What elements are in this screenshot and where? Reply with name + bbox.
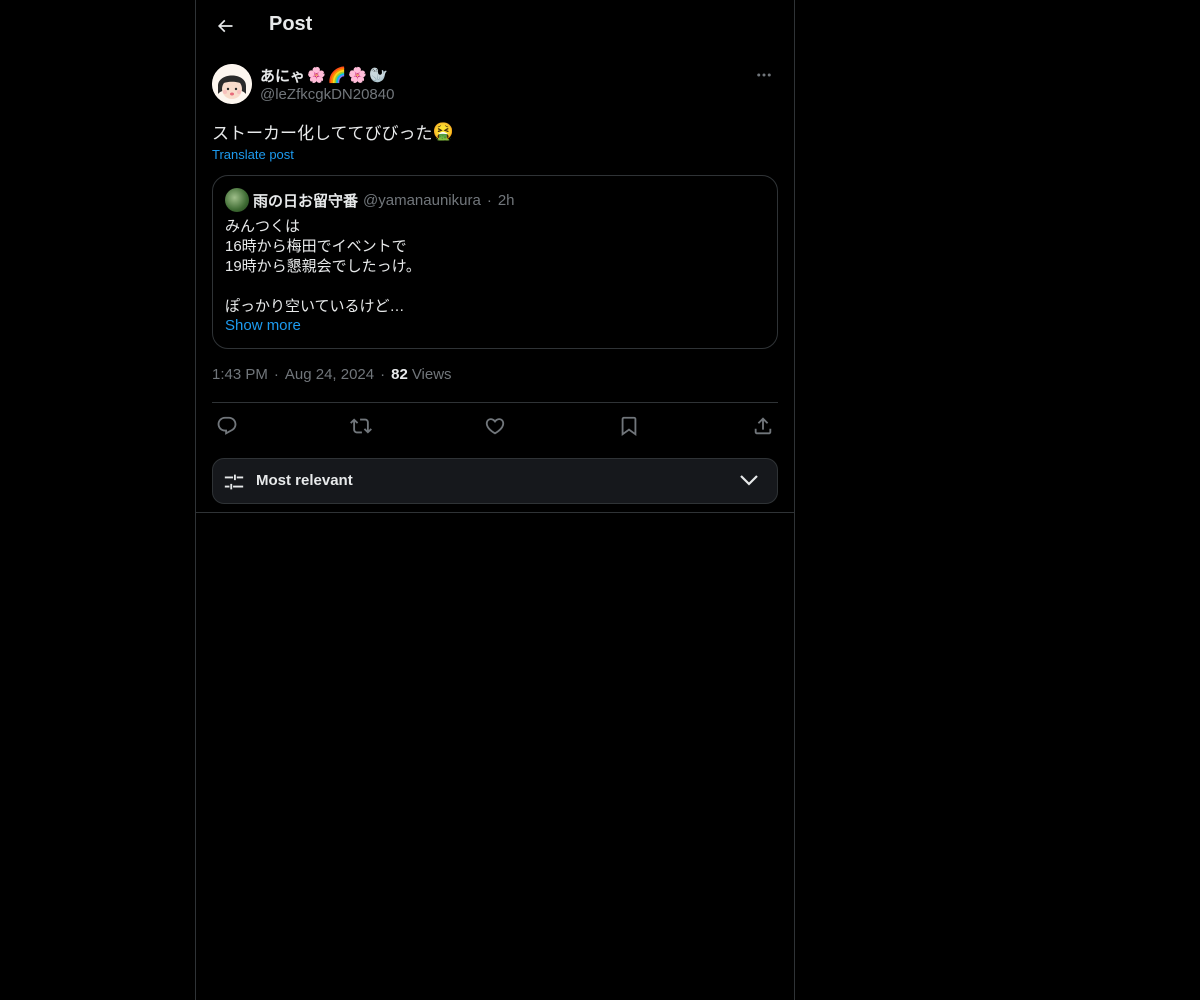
quoted-post-header: 雨の日お留守番 @yamanaunikura · 2h [225,188,515,212]
share-button[interactable] [748,412,778,440]
flower-emoji-icon: 🌸 [348,67,368,84]
reply-icon [217,416,237,435]
quoted-text-line: ぽっかり空いているけど… [225,298,405,315]
avatar[interactable] [212,64,252,104]
quoted-text-line: 16時から梅田でイベントで [225,238,407,255]
sort-label: Most relevant [256,472,353,489]
author-display-name[interactable]: あにゃ 🌸 🌈 🌸 🦭 [260,65,394,85]
like-icon [485,418,505,435]
views-count: 82 [391,366,408,383]
quoted-handle[interactable]: @yamanaunikura [363,192,481,209]
quoted-text-line: 19時から懇親会でしたっけ。 [225,258,421,275]
post-text-content: ストーカー化しててびびった [212,124,433,143]
main-column: Post あにゃ 🌸 🌈 🌸 🦭 @leZfkcgkDN20840 ストーカー化… [195,0,795,1000]
show-more-link[interactable]: Show more [225,317,301,334]
quoted-separator: · [486,191,492,209]
translate-post-link[interactable]: Translate post [212,147,294,162]
post-time[interactable]: 1:43 PM [212,366,268,383]
author-name-text: あにゃ [260,67,306,85]
quoted-post[interactable]: 雨の日お留守番 @yamanaunikura · 2h みんつくは 16時から梅… [212,175,778,349]
quoted-time[interactable]: 2h [498,192,515,209]
like-button[interactable] [480,412,510,440]
nauseated-emoji-icon: 🤮 [432,121,454,141]
quoted-text-line: みんつくは [225,218,301,235]
share-icon [754,417,772,435]
header-bar: Post [196,0,794,53]
author-handle[interactable]: @leZfkcgkDN20840 [260,86,394,103]
post-meta: 1:43 PM · Aug 24, 2024 · 82 Views [212,366,452,383]
author-block: あにゃ 🌸 🌈 🌸 🦭 @leZfkcgkDN20840 [260,65,394,103]
reply-button[interactable] [212,412,242,440]
divider [196,512,794,513]
meta-separator: · [273,366,279,383]
quoted-text-line [225,277,421,297]
more-dots-icon [757,73,771,77]
chevron-down-icon [740,475,758,486]
rainbow-emoji-icon: 🌈 [327,67,347,84]
quoted-post-text: みんつくは 16時から梅田でイベントで 19時から懇親会でしたっけ。 ぽっかり空… [225,217,421,317]
sliders-icon [224,474,244,490]
page-title: Post [269,13,313,35]
repost-button[interactable] [346,412,376,440]
flower-emoji-icon: 🌸 [307,67,326,84]
post-date[interactable]: Aug 24, 2024 [285,366,374,383]
bookmark-button[interactable] [614,412,644,440]
back-button[interactable] [208,9,242,43]
post-text: ストーカー化しててびびった 🤮 [212,119,454,144]
replies-sort-dropdown[interactable]: Most relevant [212,458,778,504]
quoted-display-name[interactable]: 雨の日お留守番 [253,190,358,211]
action-bar [212,412,778,440]
arrow-left-icon [217,19,233,33]
views-label: Views [411,366,452,383]
repost-icon [350,418,372,434]
seal-emoji-icon: 🦭 [369,67,388,84]
divider [212,402,778,403]
bookmark-icon [621,416,637,437]
more-options-button[interactable] [750,64,778,86]
meta-separator: · [380,366,386,383]
quoted-avatar[interactable] [225,188,249,212]
